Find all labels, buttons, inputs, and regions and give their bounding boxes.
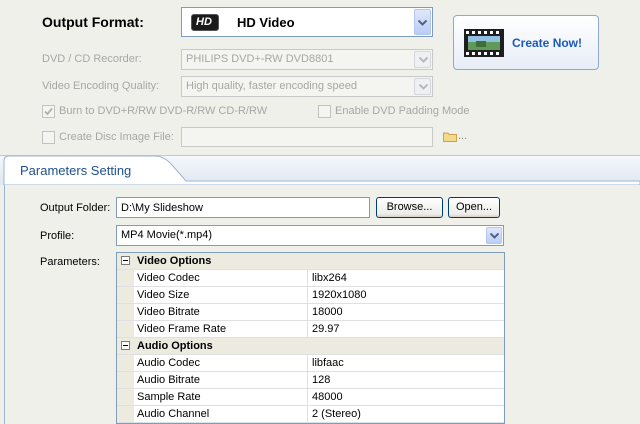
- parameters-grid: Video Options Video Codec libx264 Video …: [116, 252, 505, 424]
- output-folder-value: D:\My Slideshow: [121, 202, 203, 214]
- hd-badge-icon: HD: [191, 14, 219, 31]
- profile-label: Profile:: [40, 230, 75, 242]
- disc-image-path-field[interactable]: [181, 127, 433, 147]
- table-row[interactable]: Video Frame Rate 29.97: [117, 321, 504, 338]
- param-name: Audio Codec: [137, 357, 200, 369]
- tab-parameters-setting[interactable]: Parameters Setting: [20, 163, 131, 178]
- table-row[interactable]: Audio Bitrate 128: [117, 372, 504, 389]
- create-now-button[interactable]: Create Now!: [453, 15, 599, 70]
- parameters-label: Parameters:: [40, 256, 100, 268]
- param-name: Audio Channel: [137, 408, 210, 420]
- disc-image-checkbox[interactable]: [42, 131, 55, 144]
- disc-image-label: Create Disc Image File:: [59, 131, 174, 143]
- param-value: 2 (Stereo): [312, 408, 361, 420]
- table-row[interactable]: Video Bitrate 18000: [117, 304, 504, 321]
- open-button[interactable]: Open...: [448, 197, 500, 218]
- table-row[interactable]: Audio Codec libfaac: [117, 355, 504, 372]
- output-format-arrow-button[interactable]: [414, 9, 431, 35]
- param-value: 18000: [312, 306, 343, 318]
- chevron-down-icon: [419, 84, 428, 90]
- audio-options-title: Audio Options: [137, 340, 213, 352]
- video-options-title: Video Options: [137, 255, 212, 267]
- param-name: Audio Bitrate: [137, 374, 200, 386]
- column-divider: [307, 389, 308, 405]
- chevron-down-icon: [419, 57, 428, 63]
- burn-checkbox[interactable]: [42, 105, 55, 118]
- browse-button-label: Browse...: [386, 201, 433, 213]
- param-name: Video Codec: [137, 272, 200, 284]
- dvd-recorder-dropdown[interactable]: PHILIPS DVD+-RW DVD8801: [181, 49, 433, 70]
- param-name: Sample Rate: [137, 391, 201, 403]
- chevron-down-icon: [418, 20, 427, 26]
- column-divider: [307, 406, 308, 422]
- param-name: Video Size: [137, 289, 190, 301]
- table-row[interactable]: Sample Rate 48000: [117, 389, 504, 406]
- param-value: libfaac: [312, 357, 344, 369]
- output-format-dropdown[interactable]: HD HD Video: [181, 7, 433, 37]
- folder-icon: [443, 132, 457, 142]
- param-value: libx264: [312, 272, 347, 284]
- profile-dropdown[interactable]: MP4 Movie(*.mp4): [116, 225, 504, 246]
- collapse-icon[interactable]: [121, 341, 130, 350]
- profile-arrow-button[interactable]: [486, 227, 502, 244]
- column-divider: [307, 304, 308, 320]
- column-divider: [307, 321, 308, 337]
- encoding-quality-arrow[interactable]: [414, 78, 431, 95]
- create-now-label: Create Now!: [512, 36, 583, 50]
- table-row[interactable]: Video Size 1920x1080: [117, 287, 504, 304]
- table-row[interactable]: Video Codec libx264: [117, 270, 504, 287]
- disc-image-browse-button[interactable]: ...: [443, 128, 473, 146]
- encoding-quality-label: Video Encoding Quality:: [42, 80, 160, 92]
- video-options-header[interactable]: Video Options: [117, 253, 504, 270]
- hd-badge-text: HD: [196, 16, 212, 28]
- param-value: 128: [312, 374, 331, 386]
- encoding-quality-dropdown[interactable]: High quality, faster encoding speed: [181, 76, 433, 97]
- column-divider: [307, 355, 308, 371]
- chevron-down-icon: [490, 233, 499, 239]
- param-value: 48000: [312, 391, 343, 403]
- param-name: Video Frame Rate: [137, 323, 227, 335]
- column-divider: [307, 372, 308, 388]
- open-button-label: Open...: [455, 201, 493, 213]
- checkmark-icon: [44, 107, 53, 116]
- param-value: 1920x1080: [312, 289, 367, 301]
- table-row[interactable]: Audio Channel 2 (Stereo): [117, 406, 504, 423]
- output-folder-label: Output Folder:: [40, 202, 111, 214]
- dvd-recorder-value: PHILIPS DVD+-RW DVD8801: [186, 53, 334, 65]
- output-format-value: HD Video: [237, 15, 295, 30]
- burn-label: Burn to DVD+R/RW DVD-R/RW CD-R/RW: [59, 105, 268, 117]
- dvd-recorder-arrow[interactable]: [414, 51, 431, 68]
- column-divider: [307, 287, 308, 303]
- column-divider: [307, 270, 308, 286]
- profile-value: MP4 Movie(*.mp4): [121, 229, 213, 241]
- disc-image-browse-dots: ...: [458, 130, 468, 142]
- browse-button[interactable]: Browse...: [376, 197, 443, 218]
- collapse-icon[interactable]: [121, 256, 130, 265]
- dvd-recorder-label: DVD / CD Recorder:: [42, 53, 142, 65]
- film-strip-icon: [464, 29, 504, 57]
- dvd-padding-label: Enable DVD Padding Mode: [335, 105, 470, 117]
- output-folder-input[interactable]: D:\My Slideshow: [116, 197, 370, 218]
- audio-options-header[interactable]: Audio Options: [117, 338, 504, 355]
- output-format-label: Output Format:: [42, 14, 144, 30]
- param-value: 29.97: [312, 323, 340, 335]
- param-name: Video Bitrate: [137, 306, 200, 318]
- encoding-quality-value: High quality, faster encoding speed: [186, 80, 358, 92]
- dvd-padding-checkbox[interactable]: [318, 105, 331, 118]
